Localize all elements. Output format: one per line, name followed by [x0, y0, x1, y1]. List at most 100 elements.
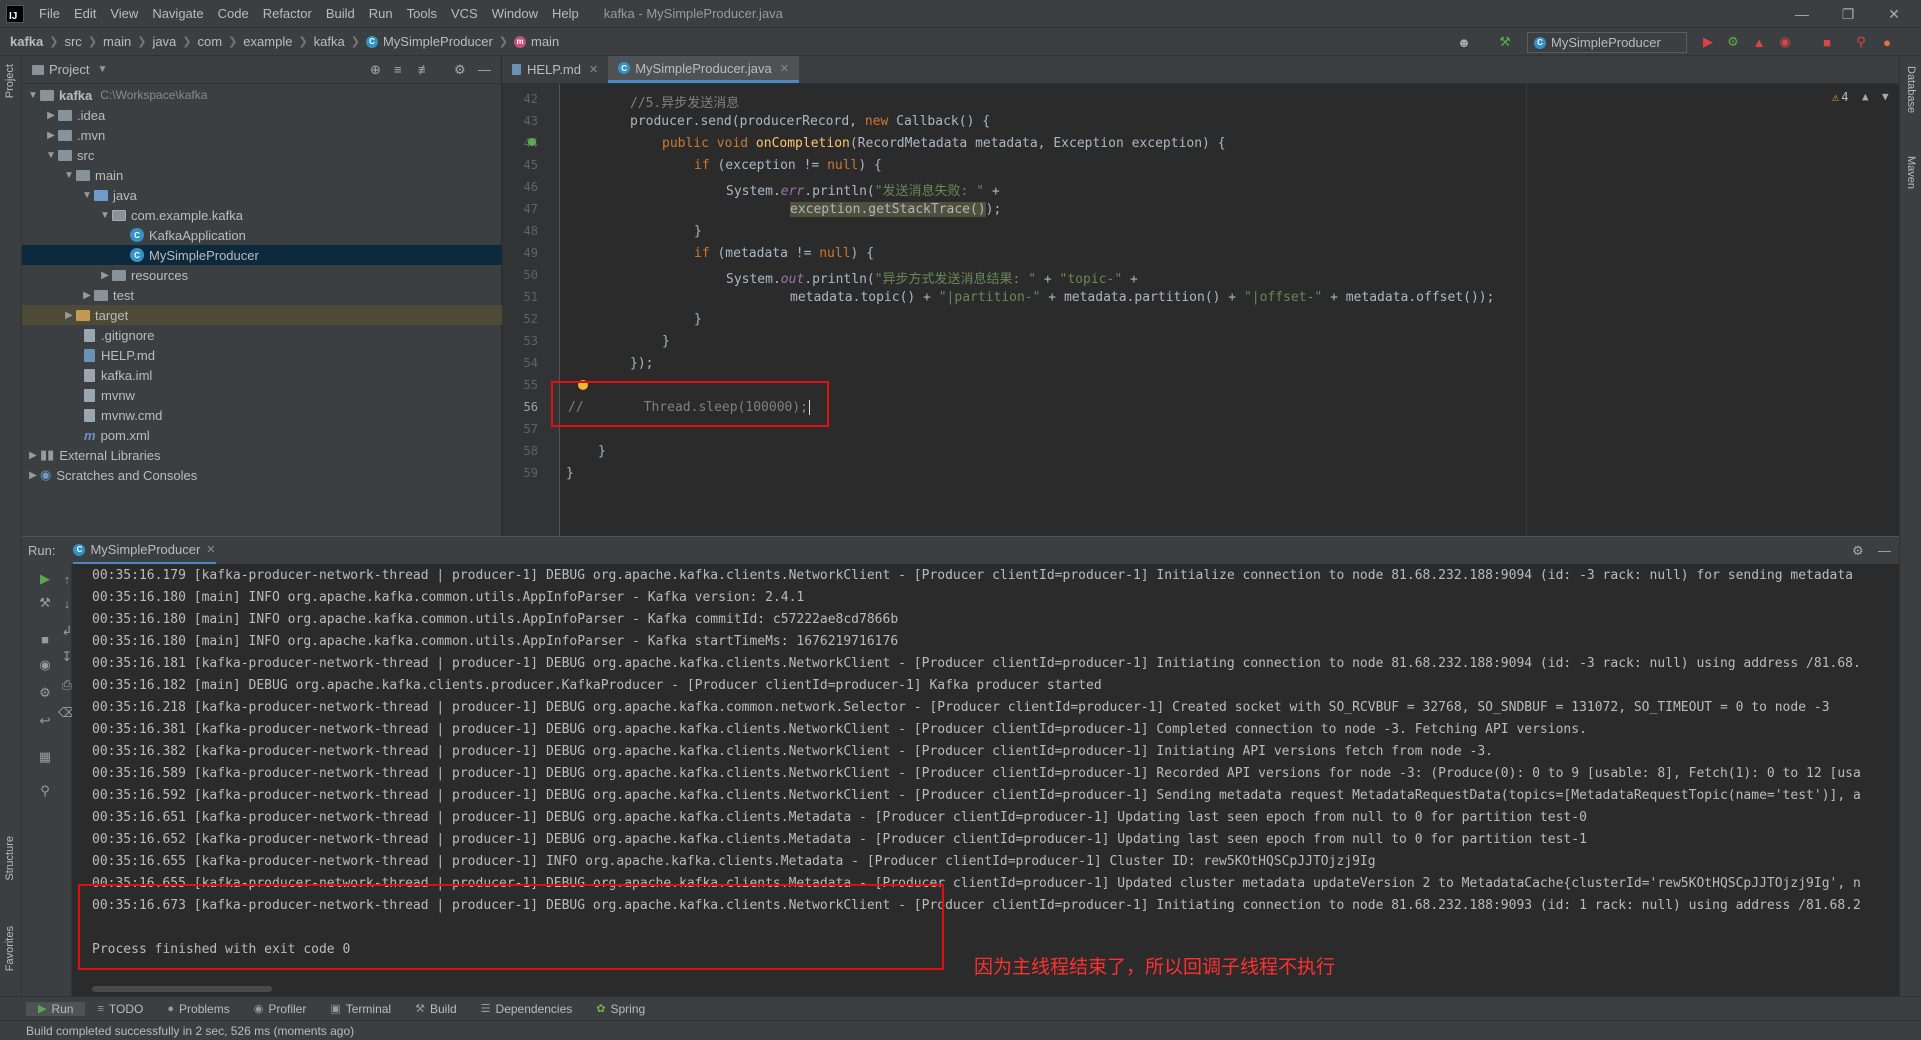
tree-item-test[interactable]: ▶ test: [22, 285, 502, 305]
chevron-down-icon[interactable]: ▼: [98, 210, 112, 221]
menu-view[interactable]: View: [103, 6, 145, 21]
crumb-method[interactable]: main: [531, 34, 559, 49]
tab-help-md[interactable]: HELP.md ✕: [502, 56, 608, 83]
minimize-icon[interactable]: —: [1779, 0, 1825, 28]
menu-edit[interactable]: Edit: [67, 6, 103, 21]
crumb-example[interactable]: example: [243, 34, 292, 49]
project-panel-title[interactable]: Project: [49, 62, 89, 77]
override-marker-icon[interactable]: [528, 138, 536, 146]
warning-icon[interactable]: ⚠ 4: [1832, 90, 1848, 104]
crumb-kafka[interactable]: kafka: [314, 34, 345, 49]
stop-icon[interactable]: ■: [1818, 33, 1836, 51]
menu-run[interactable]: Run: [362, 6, 400, 21]
tree-item-scratches[interactable]: ▶ ◉ Scratches and Consoles: [22, 465, 502, 485]
hide-icon[interactable]: —: [1878, 543, 1891, 558]
exit-icon[interactable]: ↩: [36, 712, 54, 730]
menu-window[interactable]: Window: [485, 6, 545, 21]
build-hammer-icon[interactable]: ⚒: [1496, 33, 1514, 51]
pin-icon[interactable]: ⚲: [36, 782, 54, 800]
tree-item-target[interactable]: ▶ target: [22, 305, 502, 325]
crumb-class[interactable]: MySimpleProducer: [383, 34, 493, 49]
tree-item-mysimpleproducer[interactable]: C MySimpleProducer: [22, 245, 502, 265]
tree-item-help-md[interactable]: HELP.md: [22, 345, 502, 365]
tree-item-kafkaapplication[interactable]: C KafkaApplication: [22, 225, 502, 245]
chevron-right-icon[interactable]: ▶: [98, 270, 112, 281]
user-icon[interactable]: ☻: [1455, 33, 1473, 51]
tree-item-mvnw-cmd[interactable]: mvnw.cmd: [22, 405, 502, 425]
tree-item-kafka[interactable]: ▼ kafka C:\Workspace\kafka: [22, 85, 502, 105]
wrench-icon[interactable]: ⚒: [36, 594, 54, 612]
project-tool-tab[interactable]: Project: [4, 64, 16, 98]
tab-profiler[interactable]: ◉ Profiler: [242, 1002, 319, 1016]
chevron-right-icon[interactable]: ▶: [26, 450, 40, 461]
chevron-up-icon[interactable]: ▲: [1862, 90, 1869, 103]
chevron-down-icon[interactable]: ▼: [62, 170, 76, 181]
chevron-right-icon[interactable]: ▶: [80, 290, 94, 301]
chevron-right-icon[interactable]: ▶: [62, 310, 76, 321]
chevron-right-icon[interactable]: ▶: [44, 130, 58, 141]
menu-code[interactable]: Code: [211, 6, 256, 21]
rerun-icon[interactable]: ▶: [36, 570, 54, 588]
collapse-all-icon[interactable]: ≢: [418, 62, 431, 77]
profile-icon[interactable]: ◉: [1776, 33, 1794, 51]
run-config-selector[interactable]: C MySimpleProducer: [1527, 32, 1687, 53]
gear-icon[interactable]: ⚙: [1852, 543, 1864, 559]
locate-icon[interactable]: ⊕: [370, 62, 381, 78]
chevron-down-icon[interactable]: ▼: [97, 64, 107, 75]
maven-tool-tab[interactable]: Maven: [1905, 156, 1917, 189]
tab-mysimpleproducer[interactable]: C MySimpleProducer.java ✕: [608, 56, 799, 83]
menu-vcs[interactable]: VCS: [444, 6, 485, 21]
tab-todo[interactable]: ≡ TODO: [85, 1002, 155, 1016]
tree-item-package[interactable]: ▼ com.example.kafka: [22, 205, 502, 225]
database-tool-tab[interactable]: Database: [1905, 66, 1917, 113]
close-icon[interactable]: ✕: [1871, 0, 1917, 28]
chevron-right-icon[interactable]: ▶: [26, 470, 40, 481]
tree-item-gitignore[interactable]: .gitignore: [22, 325, 502, 345]
tree-item-mvnw[interactable]: mvnw: [22, 385, 502, 405]
structure-tool-tab[interactable]: Structure: [4, 836, 16, 881]
tree-item-main[interactable]: ▼ main: [22, 165, 502, 185]
chevron-down-icon[interactable]: ▼: [1882, 90, 1889, 103]
tree-item-mvn[interactable]: ▶ .mvn: [22, 125, 502, 145]
tree-item-external-libraries[interactable]: ▶ ▮▮ External Libraries: [22, 445, 502, 465]
tree-item-java[interactable]: ▼ java: [22, 185, 502, 205]
gear-icon[interactable]: ⚙: [454, 62, 466, 78]
tab-build[interactable]: ⚒ Build: [403, 1002, 469, 1016]
crumb-java[interactable]: java: [152, 34, 176, 49]
chevron-down-icon[interactable]: ▼: [44, 150, 58, 161]
favorites-tool-tab[interactable]: Favorites: [4, 926, 16, 971]
tab-run[interactable]: ▶ Run: [26, 1001, 86, 1016]
tree-item-idea[interactable]: ▶ .idea: [22, 105, 502, 125]
tree-item-kafka-iml[interactable]: kafka.iml: [22, 365, 502, 385]
coverage-icon[interactable]: ▲: [1750, 33, 1768, 51]
plugin-icon[interactable]: ●: [1878, 33, 1896, 51]
run-tab[interactable]: C MySimpleProducer ✕: [73, 538, 216, 564]
chevron-down-icon[interactable]: ▼: [26, 90, 40, 101]
menu-help[interactable]: Help: [545, 6, 586, 21]
crumb-com[interactable]: com: [198, 34, 223, 49]
layout-icon[interactable]: ▦: [36, 748, 54, 766]
close-icon[interactable]: ✕: [206, 543, 215, 556]
tree-item-resources[interactable]: ▶ resources: [22, 265, 502, 285]
crumb-main[interactable]: main: [103, 34, 131, 49]
crumb-src[interactable]: src: [64, 34, 81, 49]
stop-icon[interactable]: ■: [36, 630, 54, 648]
settings-icon[interactable]: ⚙: [36, 684, 54, 702]
horizontal-scrollbar[interactable]: [92, 986, 272, 992]
tab-dependencies[interactable]: ☰ Dependencies: [469, 1002, 585, 1016]
expand-all-icon[interactable]: ≡: [394, 62, 402, 77]
camera-icon[interactable]: ◉: [36, 656, 54, 674]
status-message[interactable]: Build completed successfully in 2 sec, 5…: [26, 1024, 354, 1038]
tab-terminal[interactable]: ▣ Terminal: [318, 1002, 403, 1016]
menu-refactor[interactable]: Refactor: [256, 6, 319, 21]
debug-icon[interactable]: ⚙: [1724, 33, 1742, 51]
crumb-project[interactable]: kafka: [10, 34, 43, 49]
tab-problems[interactable]: ● Problems: [155, 1002, 241, 1016]
tab-spring[interactable]: ✿ Spring: [584, 1002, 657, 1016]
chevron-right-icon[interactable]: ▶: [44, 110, 58, 121]
search-everywhere-icon[interactable]: ⚲: [1852, 33, 1870, 51]
menu-tools[interactable]: Tools: [400, 6, 444, 21]
tree-item-pom-xml[interactable]: m pom.xml: [22, 425, 502, 445]
tree-item-src[interactable]: ▼ src: [22, 145, 502, 165]
menu-navigate[interactable]: Navigate: [145, 6, 210, 21]
